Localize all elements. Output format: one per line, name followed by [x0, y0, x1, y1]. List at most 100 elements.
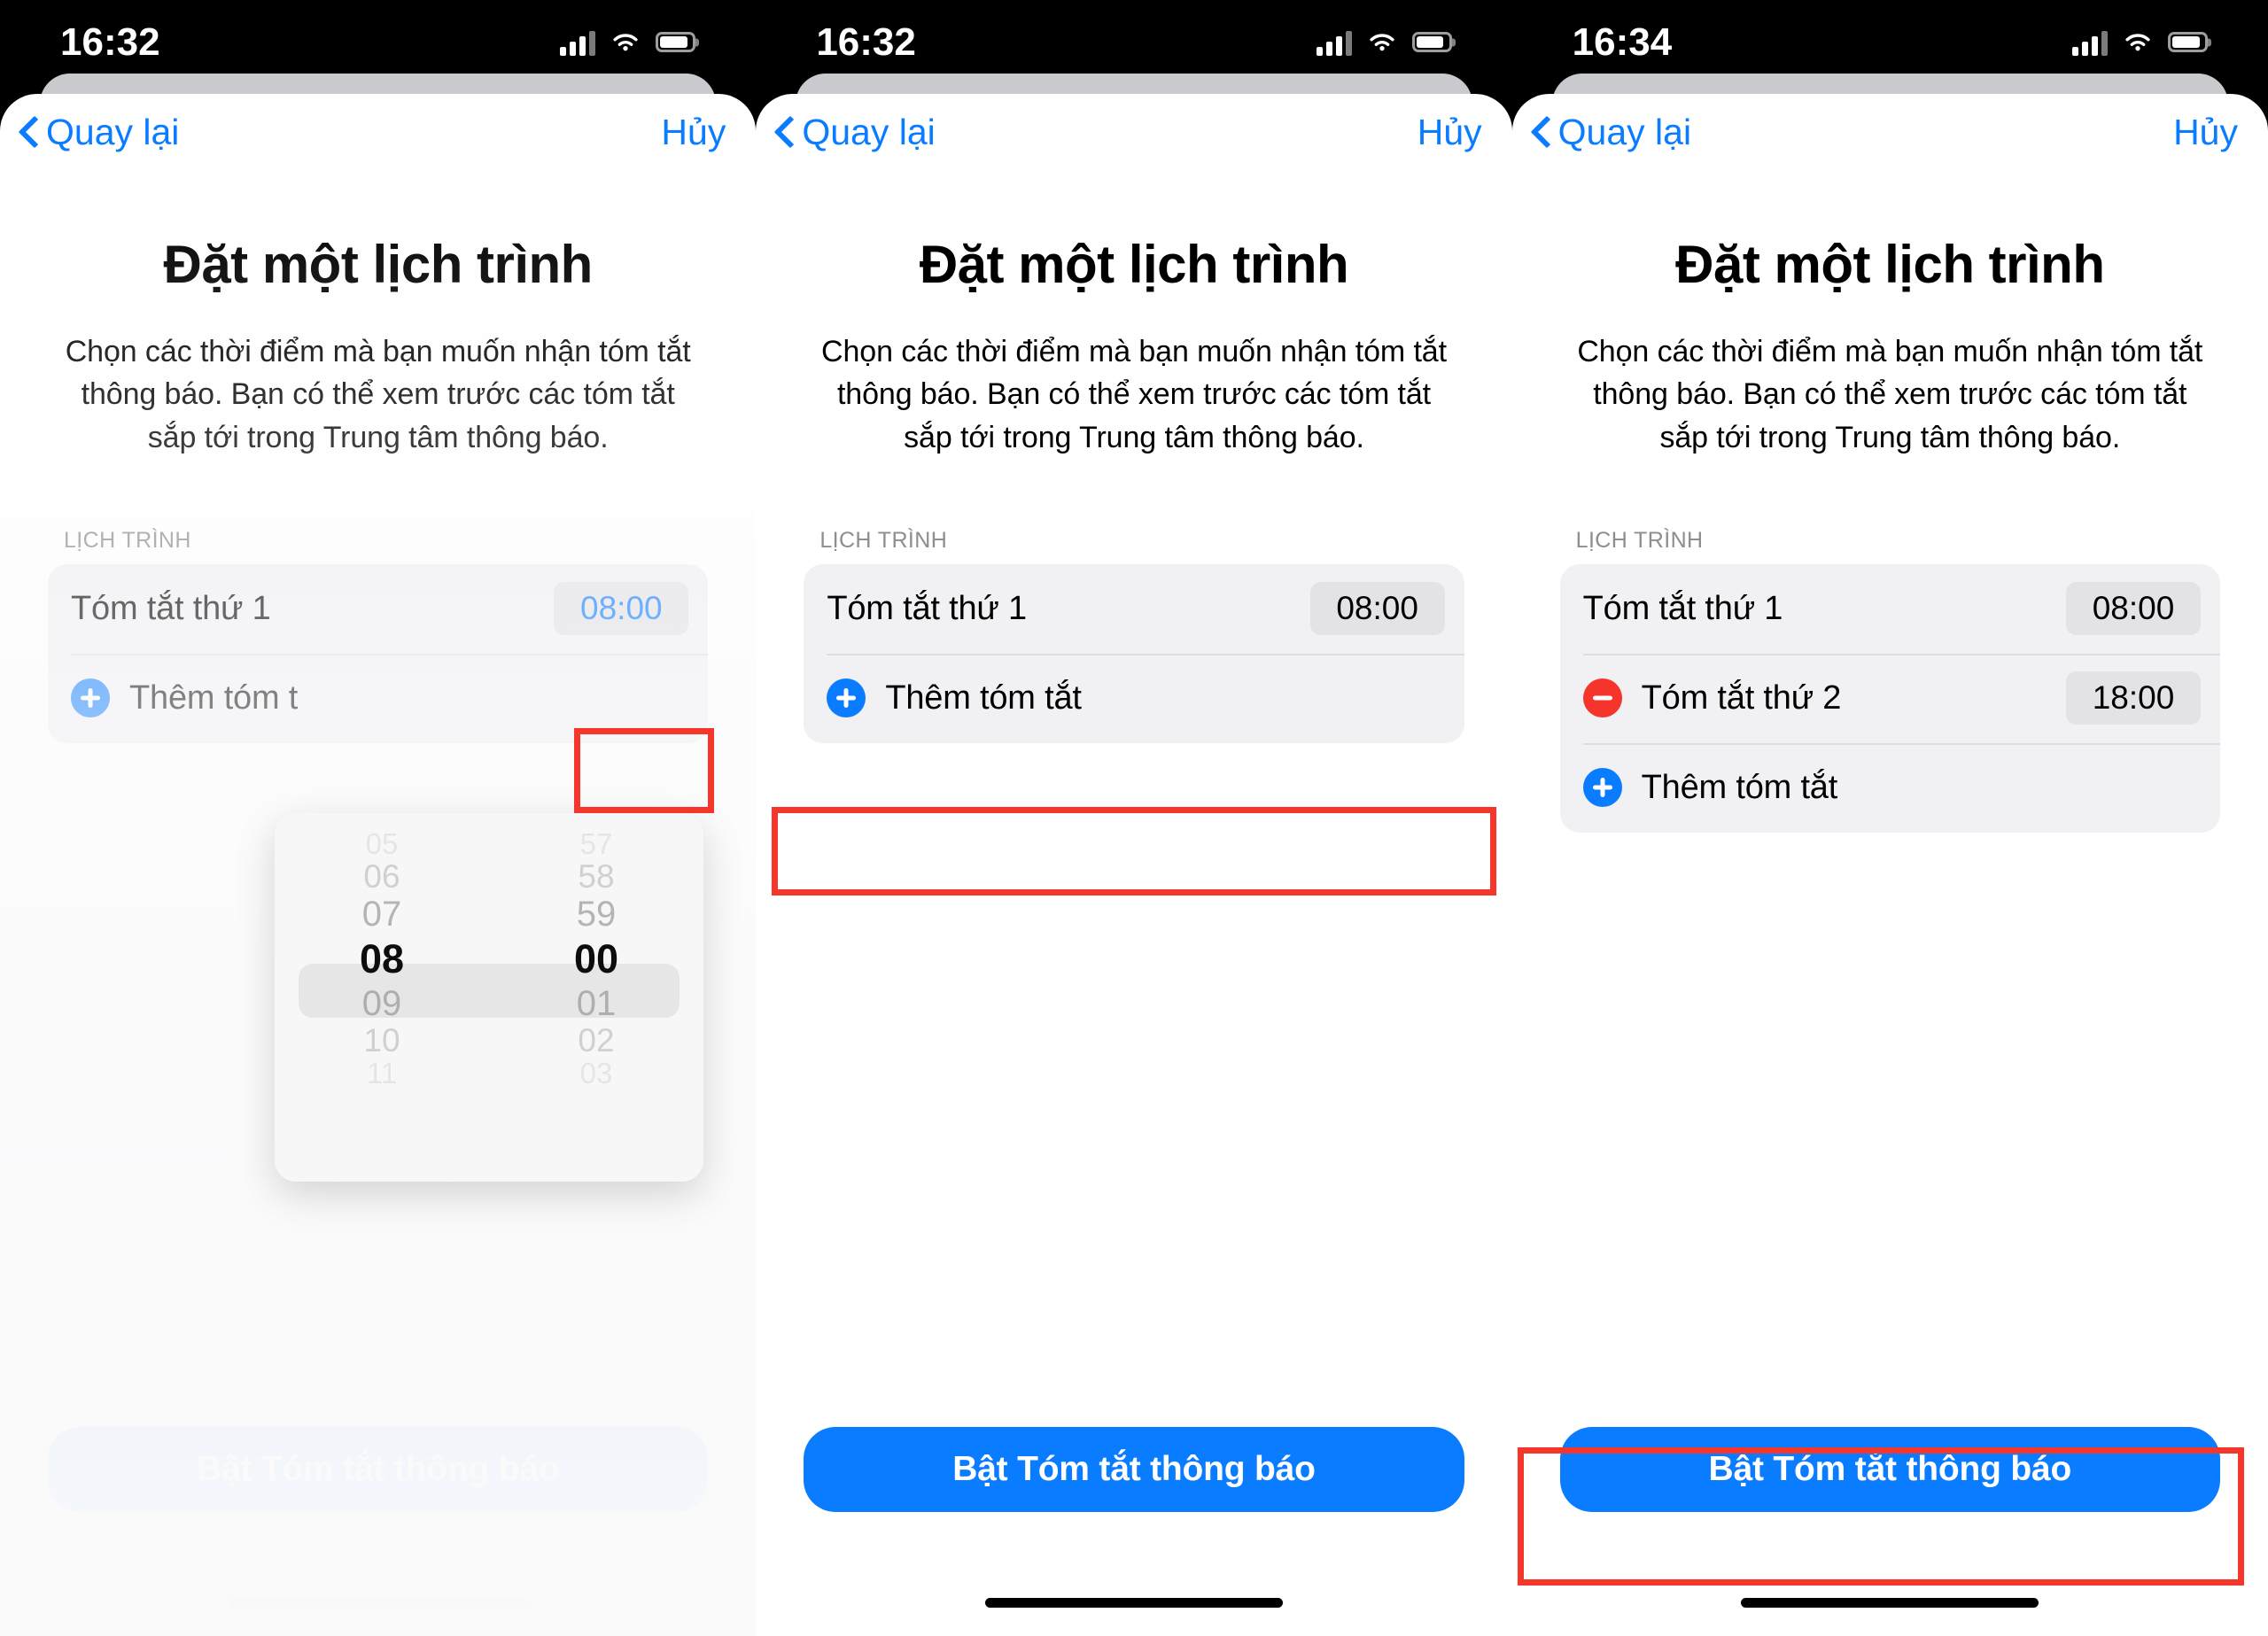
battery-icon — [1411, 32, 1452, 52]
status-icons — [2071, 29, 2208, 56]
picker-item[interactable]: 11 — [275, 1058, 489, 1089]
back-button[interactable]: Quay lại — [773, 112, 935, 153]
section-header: LỊCH TRÌNH — [64, 527, 191, 553]
status-time: 16:32 — [816, 19, 916, 64]
schedule-row[interactable]: Tóm tắt thứ 1 08:00 — [1560, 564, 2220, 654]
picker-item[interactable]: 01 — [489, 984, 703, 1023]
battery-icon — [2167, 32, 2208, 52]
cellular-signal-icon — [560, 29, 596, 56]
content-area: Đặt một lịch trình Chọn các thời điểm mà… — [0, 234, 756, 743]
status-bar: 16:34 — [1512, 0, 2268, 84]
plus-circle-icon[interactable] — [827, 678, 866, 718]
plus-circle-icon[interactable] — [71, 678, 110, 718]
time-picker-popover[interactable]: 05 06 07 08 09 10 11 57 58 59 00 01 02 03 — [275, 813, 703, 1182]
cancel-button[interactable]: Hủy — [1418, 112, 1487, 153]
wifi-icon — [613, 33, 638, 50]
schedule-row[interactable]: Tóm tắt thứ 1 08:00 — [804, 564, 1464, 654]
page-subtitle: Chọn các thời điểm mà bạn muốn nhận tóm … — [1577, 335, 2203, 454]
home-indicator[interactable] — [1741, 1598, 2039, 1608]
picker-item[interactable]: 10 — [275, 1023, 489, 1058]
schedule-card: Tóm tắt thứ 1 08:00 Thêm tóm tắt — [804, 563, 1464, 743]
add-summary-row[interactable]: Thêm tóm tắt — [804, 653, 1464, 743]
plus-circle-icon[interactable] — [1582, 768, 1622, 808]
cta-area: Bật Tóm tắt thông báo — [48, 1427, 709, 1512]
time-badge[interactable]: 08:00 — [1309, 582, 1445, 636]
page-title: Đặt một lịch trình — [919, 235, 1349, 294]
picker-item[interactable]: 09 — [275, 984, 489, 1023]
schedule-card: Tóm tắt thứ 1 08:00 Thêm tóm t — [48, 563, 709, 743]
add-summary-row[interactable]: Thêm tóm tắt — [1560, 742, 2220, 833]
enable-summary-button[interactable]: Bật Tóm tắt thông báo — [48, 1427, 709, 1512]
add-summary-row[interactable]: Thêm tóm t — [48, 653, 709, 743]
schedule-card: Tóm tắt thứ 1 08:00 Tóm tắt thứ 2 18:00 … — [1559, 563, 2220, 833]
picker-item[interactable]: 58 — [489, 859, 703, 895]
chevron-left-icon — [773, 114, 796, 150]
row-label: Tóm tắt thứ 1 — [827, 589, 1027, 627]
battery-icon — [656, 32, 696, 52]
row-label: Tóm tắt thứ 2 — [1641, 678, 1842, 717]
page-subtitle: Chọn các thời điểm mà bạn muốn nhận tóm … — [65, 335, 691, 454]
time-badge[interactable]: 08:00 — [2065, 582, 2201, 636]
cancel-button[interactable]: Hủy — [2173, 112, 2243, 153]
status-icons — [560, 29, 696, 56]
nav-bar: Quay lại Hủy — [1512, 94, 2268, 170]
cta-area: Bật Tóm tắt thông báo — [1559, 1427, 2220, 1512]
phone-screen-3: 16:34 Quay lại Hủy Đặt một lịch trình Ch… — [1511, 0, 2268, 1636]
picker-item[interactable]: 08 — [275, 934, 489, 984]
phone-screen-2: 16:32 Quay lại Hủy Đặt một lịch trình Ch… — [756, 0, 1512, 1636]
row-label: Thêm tóm t — [129, 678, 299, 717]
chevron-left-icon — [1530, 114, 1553, 150]
modal-sheet: Quay lại Hủy Đặt một lịch trình Chọn các… — [756, 94, 1512, 1636]
picker-item[interactable]: 05 — [275, 829, 489, 859]
cellular-signal-icon — [2071, 29, 2108, 56]
picker-minutes-column[interactable]: 57 58 59 00 01 02 03 — [489, 813, 703, 1182]
status-time: 16:32 — [60, 19, 160, 64]
status-bar: 16:32 — [0, 0, 756, 84]
back-button[interactable]: Quay lại — [18, 112, 179, 153]
back-label: Quay lại — [1557, 111, 1692, 152]
picker-item[interactable]: 57 — [489, 829, 703, 859]
chevron-left-icon — [18, 114, 41, 150]
row-label: Thêm tóm tắt — [885, 678, 1082, 717]
section-header: LỊCH TRÌNH — [1575, 527, 1704, 553]
content-area: Đặt một lịch trình Chọn các thời điểm mà… — [756, 234, 1511, 743]
row-label: Thêm tóm tắt — [1641, 768, 1838, 806]
nav-bar: Quay lại Hủy — [756, 94, 1511, 170]
schedule-row[interactable]: Tóm tắt thứ 2 18:00 — [1560, 653, 2220, 743]
row-label: Tóm tắt thứ 1 — [71, 589, 271, 627]
page-title: Đặt một lịch trình — [1675, 235, 2105, 294]
home-indicator[interactable] — [229, 1598, 527, 1608]
content-area: Đặt một lịch trình Chọn các thời điểm mà… — [1512, 234, 2268, 833]
picker-item[interactable]: 59 — [489, 895, 703, 934]
picker-item[interactable]: 00 — [489, 934, 703, 984]
picker-hours-column[interactable]: 05 06 07 08 09 10 11 — [275, 813, 489, 1182]
picker-item[interactable]: 06 — [275, 859, 489, 895]
status-time: 16:34 — [1572, 19, 1673, 64]
back-label: Quay lại — [46, 111, 180, 152]
cellular-signal-icon — [1316, 29, 1352, 56]
wifi-icon — [1370, 33, 1394, 50]
enable-summary-button[interactable]: Bật Tóm tắt thông báo — [804, 1427, 1464, 1512]
highlight-add-summary-row — [772, 807, 1497, 896]
cancel-button[interactable]: Hủy — [661, 112, 731, 153]
time-badge[interactable]: 08:00 — [554, 582, 689, 636]
picker-item[interactable]: 03 — [489, 1058, 703, 1089]
minus-circle-icon[interactable] — [1582, 678, 1622, 718]
schedule-row[interactable]: Tóm tắt thứ 1 08:00 — [48, 564, 708, 654]
enable-summary-button[interactable]: Bật Tóm tắt thông báo — [1559, 1427, 2220, 1512]
picker-item[interactable]: 07 — [275, 895, 489, 934]
cta-area: Bật Tóm tắt thông báo — [804, 1427, 1464, 1512]
back-button[interactable]: Quay lại — [1530, 112, 1691, 153]
back-label: Quay lại — [802, 111, 936, 152]
nav-bar: Quay lại Hủy — [0, 94, 756, 170]
row-label: Tóm tắt thứ 1 — [1582, 589, 1783, 627]
section-header: LỊCH TRÌNH — [819, 527, 948, 553]
home-indicator[interactable] — [984, 1598, 1283, 1608]
status-icons — [1316, 29, 1452, 56]
page-title: Đặt một lịch trình — [163, 235, 593, 294]
modal-sheet: Quay lại Hủy Đặt một lịch trình Chọn các… — [1511, 94, 2268, 1636]
time-badge[interactable]: 18:00 — [2065, 671, 2201, 725]
page-subtitle: Chọn các thời điểm mà bạn muốn nhận tóm … — [821, 335, 1447, 454]
wifi-icon — [2125, 33, 2150, 50]
picker-item[interactable]: 02 — [489, 1023, 703, 1058]
